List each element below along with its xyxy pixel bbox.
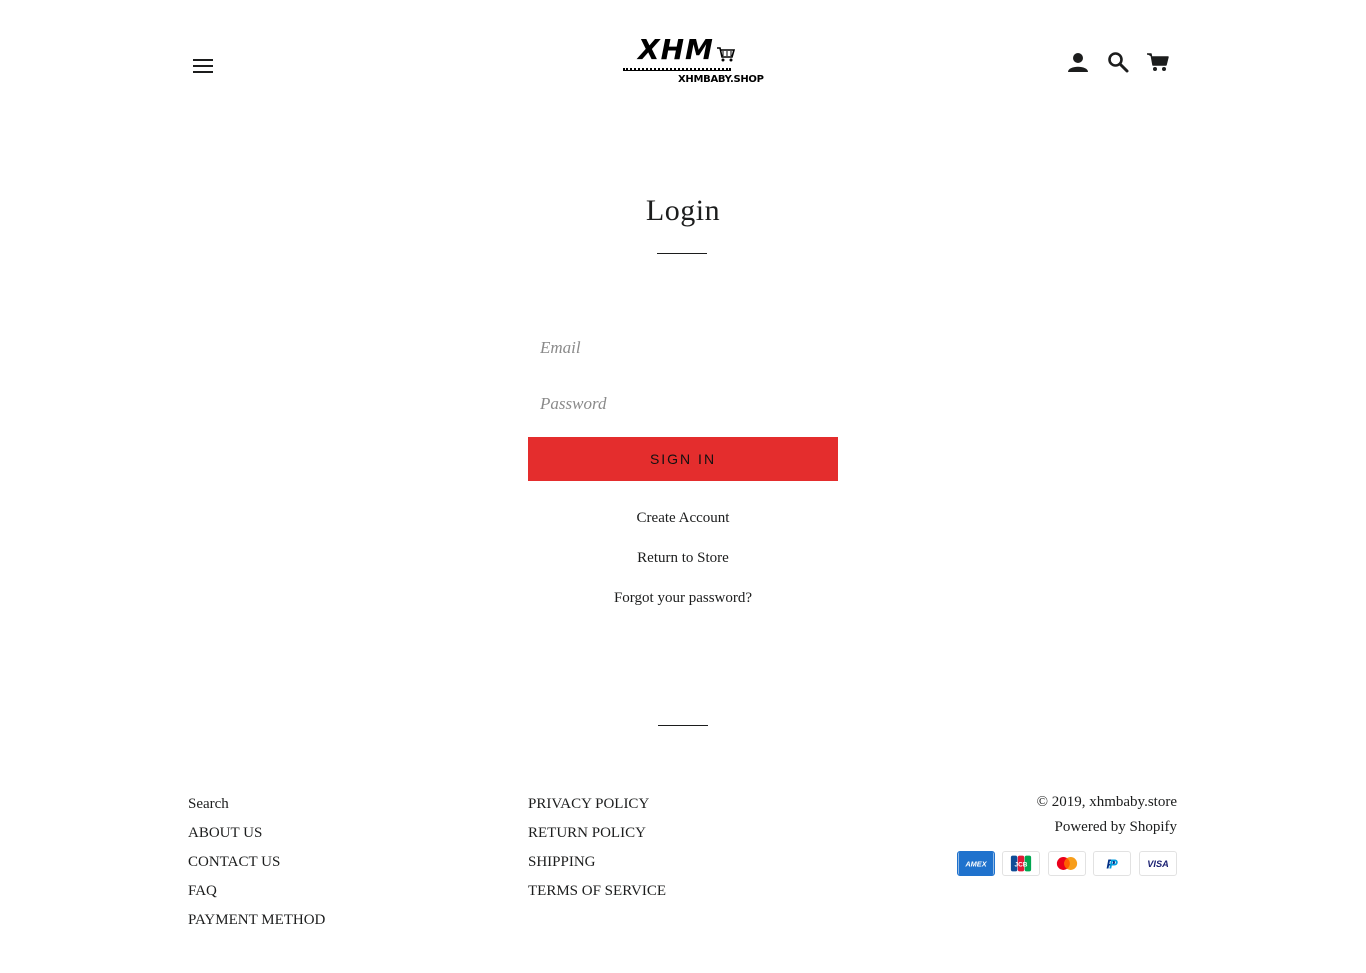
visa-label: VISA [1147, 859, 1168, 869]
copyright-line: © 2019, xhmbaby.store [1037, 790, 1177, 815]
return-to-store-link[interactable]: Return to Store [0, 550, 1366, 567]
password-field[interactable] [528, 382, 838, 426]
footer-link-privacy-policy[interactable]: PRIVACY POLICY [528, 790, 666, 819]
footer-link-contact-us[interactable]: CONTACT US [188, 848, 325, 877]
paypal-icon: PP [1093, 851, 1131, 876]
footer-links-column-2: PRIVACY POLICY RETURN POLICY SHIPPING TE… [528, 790, 666, 906]
menu-bar [193, 65, 213, 67]
site-header: XHM XHMBABY.SHOP [0, 0, 1366, 120]
footer-copyright-block: © 2019, xhmbaby.store Powered by Shopify [1037, 790, 1177, 840]
footer-link-about-us[interactable]: ABOUT US [188, 819, 325, 848]
american-express-icon: AMEX [957, 851, 995, 876]
account-icon[interactable] [1066, 50, 1090, 74]
store-link[interactable]: xhmbaby.store [1089, 794, 1177, 810]
paypal-label-overlay: P [1109, 857, 1118, 872]
powered-by-shopify-link[interactable]: Powered by Shopify [1037, 815, 1178, 840]
visa-icon: VISA [1139, 851, 1177, 876]
copyright-prefix: © 2019, [1036, 794, 1090, 810]
mastercard-icon [1048, 851, 1086, 876]
email-field[interactable] [528, 326, 838, 370]
cart-icon[interactable] [1146, 50, 1170, 74]
title-divider [657, 253, 707, 254]
forgot-password-link[interactable]: Forgot your password? [0, 590, 1366, 607]
footer-link-terms-of-service[interactable]: TERMS OF SERVICE [528, 877, 666, 906]
site-logo[interactable]: XHM XHMBABY.SHOP [620, 33, 764, 92]
footer-link-search[interactable]: Search [188, 790, 325, 819]
amex-label: AMEX [964, 860, 987, 869]
menu-bar [193, 71, 213, 73]
sign-in-button[interactable]: SIGN IN [528, 437, 838, 481]
footer-link-shipping[interactable]: SHIPPING [528, 848, 666, 877]
footer-link-return-policy[interactable]: RETURN POLICY [528, 819, 666, 848]
search-icon[interactable] [1106, 50, 1130, 74]
jcb-label: JCB [1015, 861, 1028, 868]
logo-subtitle: XHMBABY.SHOP [678, 74, 764, 85]
menu-bar [193, 59, 213, 61]
footer-link-payment-method[interactable]: PAYMENT METHOD [188, 906, 325, 935]
footer-link-faq[interactable]: FAQ [188, 877, 325, 906]
logo-underline [623, 68, 731, 71]
payment-icons: AMEX JCB PP VISA [957, 851, 1177, 876]
footer-divider [658, 725, 708, 726]
hamburger-menu-icon[interactable] [190, 55, 216, 79]
logo-cart-icon [717, 47, 736, 62]
create-account-link[interactable]: Create Account [0, 510, 1366, 527]
logo-mark: XHM [638, 33, 714, 66]
footer-links-column-1: Search ABOUT US CONTACT US FAQ PAYMENT M… [188, 790, 325, 935]
jcb-icon: JCB [1002, 851, 1040, 876]
page-title: Login [645, 194, 721, 227]
